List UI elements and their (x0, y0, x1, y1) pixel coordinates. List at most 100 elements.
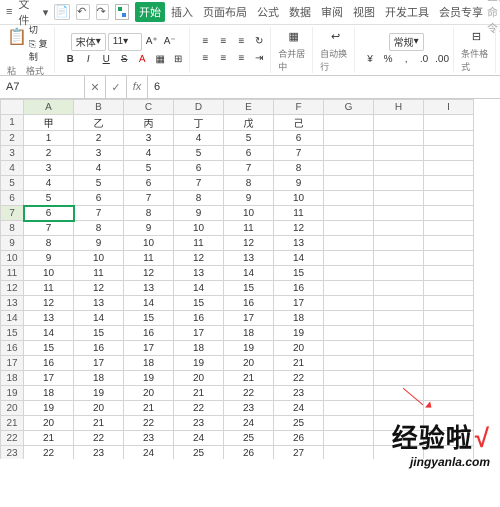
cell[interactable]: 14 (274, 251, 324, 266)
row-header[interactable]: 1 (1, 115, 24, 131)
cell[interactable]: 14 (24, 326, 74, 341)
cell[interactable]: 11 (174, 236, 224, 251)
cell[interactable] (324, 206, 374, 221)
cell[interactable] (324, 221, 374, 236)
cell[interactable] (374, 431, 424, 446)
cell[interactable]: 4 (124, 146, 174, 161)
cell[interactable]: 15 (24, 341, 74, 356)
cell[interactable] (324, 356, 374, 371)
cell[interactable]: 11 (24, 281, 74, 296)
cell[interactable]: 14 (224, 266, 274, 281)
cell[interactable]: 7 (24, 221, 74, 236)
cell[interactable]: 8 (74, 221, 124, 236)
col-header[interactable]: D (174, 100, 224, 115)
cell[interactable]: 8 (224, 176, 274, 191)
cell[interactable]: 2 (24, 146, 74, 161)
spreadsheet-grid[interactable]: ABCDEFGHI1甲乙丙丁戊己212345632345674345678545… (0, 99, 500, 459)
cell[interactable]: 15 (124, 311, 174, 326)
cell[interactable] (424, 161, 474, 176)
cell[interactable]: 5 (24, 191, 74, 206)
cell[interactable]: 15 (74, 326, 124, 341)
cell[interactable]: 6 (274, 131, 324, 146)
paste-icon[interactable]: 📋 (7, 27, 27, 47)
cell[interactable]: 1 (24, 131, 74, 146)
cell[interactable] (374, 251, 424, 266)
cell[interactable] (374, 296, 424, 311)
cell[interactable]: 22 (124, 416, 174, 431)
cell[interactable]: 21 (174, 386, 224, 401)
cell[interactable] (324, 431, 374, 446)
cell[interactable]: 17 (124, 341, 174, 356)
select-all-corner[interactable] (1, 100, 24, 115)
cell[interactable]: 13 (124, 281, 174, 296)
cell[interactable]: 7 (174, 176, 224, 191)
cell[interactable] (424, 206, 474, 221)
cell[interactable] (374, 191, 424, 206)
cell[interactable]: 7 (74, 206, 124, 221)
cell[interactable] (374, 281, 424, 296)
cell[interactable] (424, 146, 474, 161)
cell[interactable] (424, 446, 474, 460)
align-left-icon[interactable]: ≡ (197, 51, 213, 67)
cell[interactable]: 8 (24, 236, 74, 251)
strike-icon[interactable]: S (116, 52, 132, 68)
italic-icon[interactable]: I (80, 52, 96, 68)
cell[interactable] (424, 431, 474, 446)
cell[interactable]: 20 (24, 416, 74, 431)
cell[interactable]: 18 (224, 326, 274, 341)
cell[interactable] (374, 416, 424, 431)
cell[interactable] (324, 176, 374, 191)
row-header[interactable]: 23 (1, 446, 24, 460)
cell[interactable] (374, 131, 424, 146)
tab-start[interactable]: 开始 (135, 2, 165, 22)
row-header[interactable]: 21 (1, 416, 24, 431)
tab-view[interactable]: 视图 (349, 2, 379, 22)
decrease-font-icon[interactable]: A⁻ (162, 34, 178, 50)
cell[interactable]: 16 (224, 296, 274, 311)
formula-input[interactable]: 6 (148, 81, 500, 93)
cell[interactable]: 10 (24, 266, 74, 281)
align-center-icon[interactable]: ≡ (215, 51, 231, 67)
indent-icon[interactable]: ⇥ (251, 51, 267, 67)
cell[interactable]: 22 (74, 431, 124, 446)
cell[interactable]: 12 (74, 281, 124, 296)
cell[interactable]: 23 (224, 401, 274, 416)
currency-icon[interactable]: ¥ (362, 52, 378, 68)
row-header[interactable]: 14 (1, 311, 24, 326)
cell[interactable] (374, 146, 424, 161)
cell[interactable] (374, 326, 424, 341)
cell[interactable]: 4 (24, 176, 74, 191)
cell[interactable]: 8 (124, 206, 174, 221)
cell[interactable] (424, 115, 474, 131)
cell[interactable]: 14 (74, 311, 124, 326)
row-header[interactable]: 10 (1, 251, 24, 266)
cell[interactable]: 19 (124, 371, 174, 386)
cell[interactable]: 24 (174, 431, 224, 446)
cell[interactable]: 18 (24, 386, 74, 401)
redo-icon[interactable]: ↷ (96, 4, 110, 20)
cell[interactable]: 5 (224, 131, 274, 146)
cell[interactable]: 11 (224, 221, 274, 236)
cell[interactable]: 7 (274, 146, 324, 161)
cell[interactable]: 5 (74, 176, 124, 191)
align-top-icon[interactable]: ≡ (197, 34, 213, 50)
cond-format-icon[interactable]: ⊟ (467, 27, 487, 46)
cell[interactable]: 13 (174, 266, 224, 281)
cell[interactable]: 23 (74, 446, 124, 460)
cell[interactable]: 10 (74, 251, 124, 266)
confirm-icon[interactable]: ✓ (106, 76, 127, 98)
cell[interactable]: 21 (74, 416, 124, 431)
cell[interactable] (324, 281, 374, 296)
col-header[interactable]: H (374, 100, 424, 115)
cell[interactable] (324, 115, 374, 131)
cell[interactable]: 11 (124, 251, 174, 266)
cell[interactable] (324, 266, 374, 281)
cell[interactable]: 9 (124, 221, 174, 236)
align-middle-icon[interactable]: ≡ (215, 34, 231, 50)
cell[interactable]: 19 (224, 341, 274, 356)
cell[interactable]: 16 (174, 311, 224, 326)
cell[interactable]: 7 (224, 161, 274, 176)
cell[interactable] (324, 416, 374, 431)
cell[interactable]: 22 (274, 371, 324, 386)
col-header[interactable]: I (424, 100, 474, 115)
